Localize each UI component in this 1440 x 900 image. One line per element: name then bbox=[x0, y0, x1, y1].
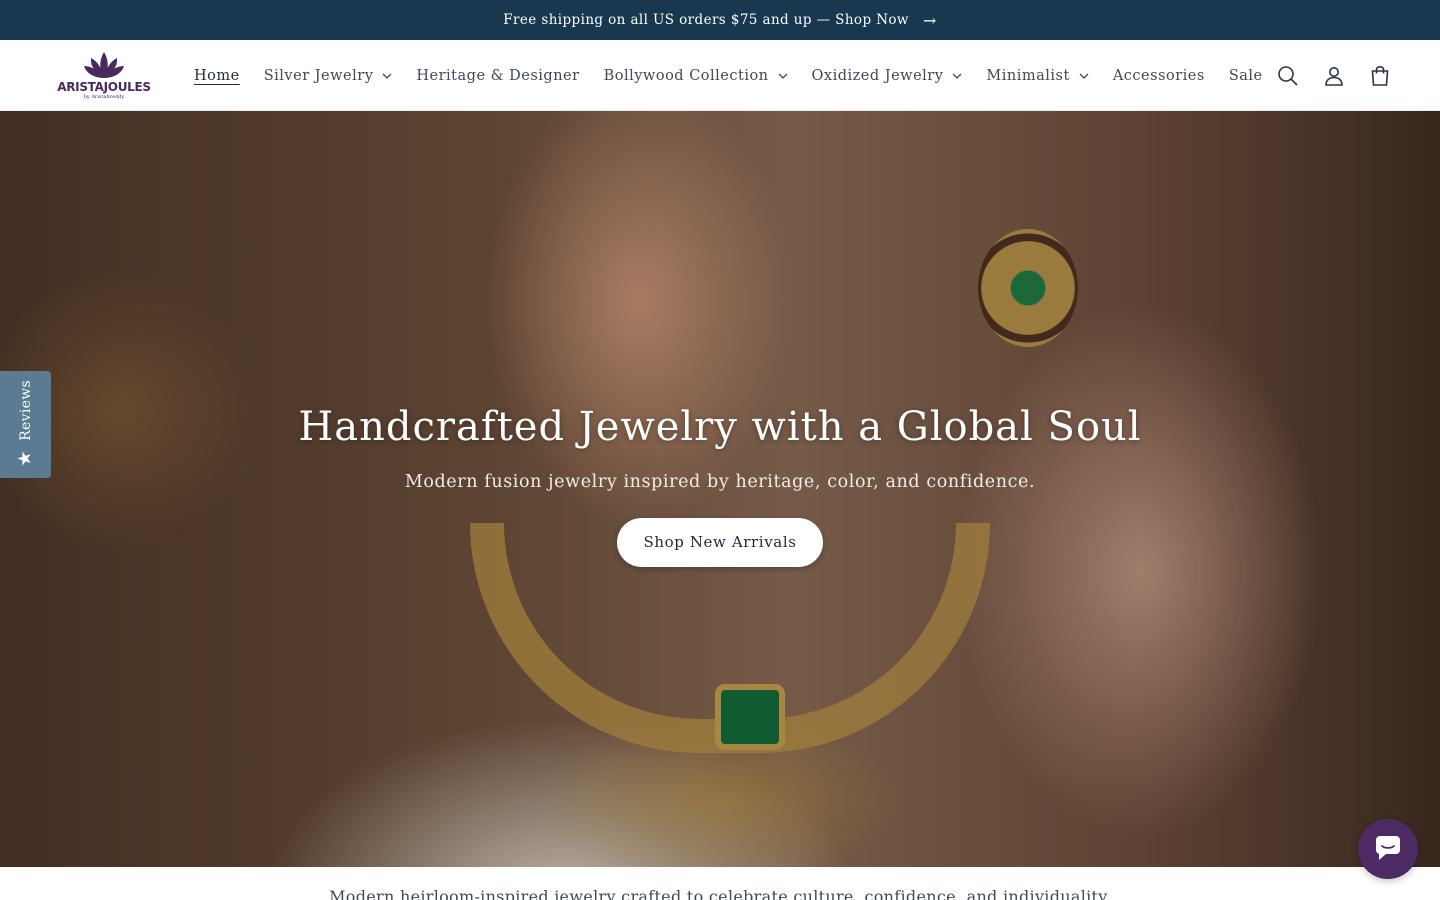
chevron-down-icon bbox=[1079, 73, 1089, 79]
hero-banner: Handcrafted Jewelry with a Global Soul M… bbox=[0, 111, 1440, 867]
nav-item-sale[interactable]: Sale bbox=[1217, 68, 1275, 84]
logo-tagline: by Aristahreddy bbox=[83, 94, 125, 100]
nav-item-label: Accessories bbox=[1112, 67, 1205, 84]
nav-item-bollywood-collection[interactable]: Bollywood Collection bbox=[592, 68, 800, 84]
chevron-down-icon bbox=[952, 73, 962, 79]
nav-item-oxidized-jewelry[interactable]: Oxidized Jewelry bbox=[800, 68, 975, 84]
logo-brand: ARISTAJOULES bbox=[57, 80, 151, 94]
lotus-icon bbox=[84, 52, 124, 78]
chat-button[interactable] bbox=[1358, 819, 1418, 879]
search-icon[interactable] bbox=[1276, 64, 1300, 88]
chevron-down-icon bbox=[778, 73, 787, 79]
announcement-text[interactable]: Free shipping on all US orders $75 and u… bbox=[503, 12, 909, 28]
account-icon[interactable] bbox=[1322, 64, 1346, 88]
nav-item-accessories[interactable]: Accessories bbox=[1101, 68, 1217, 84]
logo[interactable]: ARISTAJOULES by Aristahreddy bbox=[56, 48, 152, 104]
nav-item-heritage-designer[interactable]: Heritage & Designer bbox=[404, 68, 591, 84]
nav-item-minimalist[interactable]: Minimalist bbox=[974, 68, 1100, 84]
arrow-right-icon: → bbox=[922, 10, 937, 30]
nav-item-label: Bollywood Collection bbox=[603, 67, 769, 84]
reviews-tab[interactable]: Reviews ★ bbox=[0, 371, 51, 478]
hero-content: Handcrafted Jewelry with a Global Soul M… bbox=[0, 404, 1440, 567]
chat-icon bbox=[1376, 836, 1400, 860]
nav-item-label: Home bbox=[194, 67, 240, 84]
nav-item-silver-jewelry[interactable]: Silver Jewelry bbox=[252, 68, 405, 84]
hero-title: Handcrafted Jewelry with a Global Soul bbox=[298, 404, 1142, 450]
nav-item-label: Minimalist bbox=[986, 67, 1070, 84]
nav-item-label: Heritage & Designer bbox=[416, 67, 580, 84]
chevron-down-icon bbox=[382, 73, 392, 79]
nav-item-home[interactable]: Home bbox=[182, 68, 252, 84]
hero-subtitle: Modern fusion jewelry inspired by herita… bbox=[404, 472, 1036, 492]
announcement-bar[interactable]: Free shipping on all US orders $75 and u… bbox=[0, 0, 1440, 40]
star-icon: ★ bbox=[14, 450, 36, 467]
intro-text: Modern heirloom-inspired jewelry crafted… bbox=[329, 887, 1111, 900]
site-header: ARISTAJOULES by Aristahreddy Home Silver… bbox=[0, 40, 1440, 111]
nav-item-label: Silver Jewelry bbox=[263, 67, 374, 84]
main-nav: Home Silver Jewelry Heritage & Designer … bbox=[182, 40, 1275, 111]
reviews-tab-label: Reviews bbox=[17, 379, 34, 441]
cart-icon[interactable] bbox=[1368, 64, 1392, 88]
shop-new-arrivals-button[interactable]: Shop New Arrivals bbox=[617, 518, 823, 567]
header-actions bbox=[1276, 40, 1392, 111]
nav-item-label: Sale bbox=[1228, 67, 1263, 84]
nav-item-label: Oxidized Jewelry bbox=[811, 67, 944, 84]
